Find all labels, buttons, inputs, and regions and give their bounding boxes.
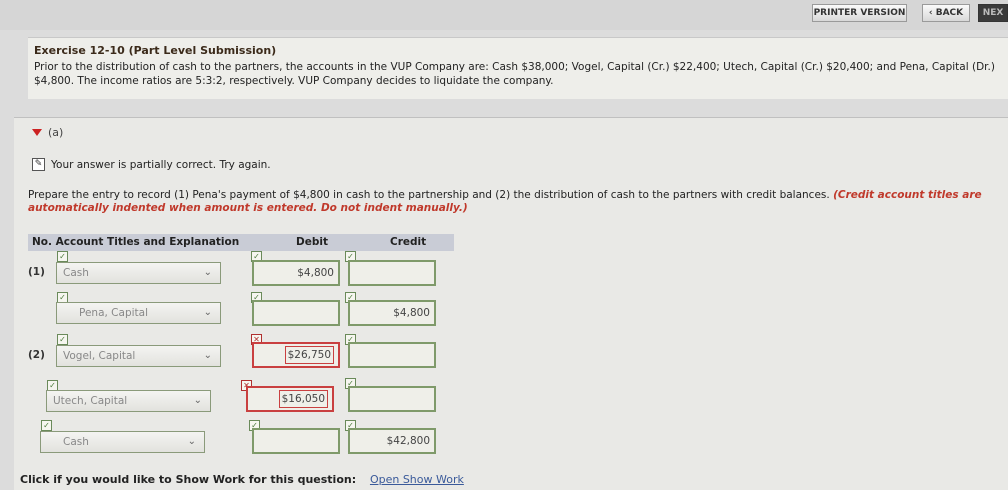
credit-input[interactable] — [348, 342, 436, 368]
top-toolbar: PRINTER VERSION ‹ BACK NEX — [0, 0, 1008, 30]
chevron-down-icon: ⌄ — [193, 395, 202, 406]
back-button[interactable]: ‹ BACK — [922, 4, 970, 22]
chevron-down-icon: ⌄ — [187, 436, 196, 447]
part-a-panel: (a) ✎ Your answer is partially correct. … — [14, 117, 1008, 490]
exercise-text: Prior to the distribution of cash to the… — [34, 61, 995, 87]
credit-value: $42,800 — [386, 435, 430, 447]
printer-version-button[interactable]: PRINTER VERSION — [812, 4, 907, 22]
account-select[interactable]: Cash ⌄ — [56, 262, 221, 284]
debit-value: $16,050 — [278, 390, 328, 408]
exercise-panel: Exercise 12-10 (Part Level Submission) P… — [28, 37, 1008, 99]
instruction-text: Prepare the entry to record (1) Pena's p… — [28, 189, 834, 201]
account-value: Vogel, Capital — [63, 350, 136, 362]
check-icon: ✓ — [41, 420, 52, 431]
debit-value: $4,800 — [297, 267, 334, 279]
credit-input[interactable] — [348, 260, 436, 286]
collapse-triangle-icon — [32, 129, 42, 136]
debit-input[interactable] — [252, 300, 340, 326]
pencil-icon: ✎ — [32, 158, 45, 171]
part-a-toggle[interactable]: (a) — [32, 126, 63, 139]
check-icon: ✓ — [57, 334, 68, 345]
credit-input[interactable]: $4,800 — [348, 300, 436, 326]
credit-value: $4,800 — [393, 307, 430, 319]
show-work-footer: Click if you would like to Show Work for… — [20, 473, 464, 486]
chevron-down-icon: ⌄ — [203, 267, 212, 278]
debit-input[interactable] — [252, 428, 340, 454]
open-show-work-link[interactable]: Open Show Work — [370, 473, 464, 486]
header-account: No. Account Titles and Explanation — [32, 236, 240, 248]
debit-input[interactable]: $16,050 — [246, 386, 334, 412]
account-value: Cash — [63, 436, 89, 448]
instruction: Prepare the entry to record (1) Pena's p… — [28, 189, 1003, 215]
account-value: Cash — [63, 267, 89, 279]
account-value: Utech, Capital — [53, 395, 128, 407]
credit-input[interactable]: $42,800 — [348, 428, 436, 454]
chevron-down-icon: ⌄ — [203, 350, 212, 361]
show-work-text: Click if you would like to Show Work for… — [20, 473, 357, 486]
next-button[interactable]: NEX — [978, 4, 1008, 22]
row-number: (2) — [28, 349, 45, 361]
account-select[interactable]: Cash ⌄ — [40, 431, 205, 453]
table-header: No. Account Titles and Explanation Debit… — [28, 234, 454, 251]
status-text: Your answer is partially correct. Try ag… — [51, 158, 271, 171]
debit-value: $26,750 — [284, 346, 334, 364]
debit-input[interactable]: $26,750 — [252, 342, 340, 368]
row-number: (1) — [28, 266, 45, 278]
account-value: Pena, Capital — [79, 307, 148, 319]
account-select[interactable]: Pena, Capital ⌄ — [56, 302, 221, 324]
header-debit: Debit — [296, 236, 328, 248]
exercise-title: Exercise 12-10 (Part Level Submission) — [34, 44, 277, 57]
answer-status: ✎ Your answer is partially correct. Try … — [32, 158, 271, 171]
account-select[interactable]: Vogel, Capital ⌄ — [56, 345, 221, 367]
credit-input[interactable] — [348, 386, 436, 412]
header-credit: Credit — [390, 236, 427, 248]
debit-input[interactable]: $4,800 — [252, 260, 340, 286]
chevron-down-icon: ⌄ — [203, 307, 212, 318]
check-icon: ✓ — [57, 251, 68, 262]
account-select[interactable]: Utech, Capital ⌄ — [46, 390, 211, 412]
part-a-label: (a) — [48, 126, 64, 139]
